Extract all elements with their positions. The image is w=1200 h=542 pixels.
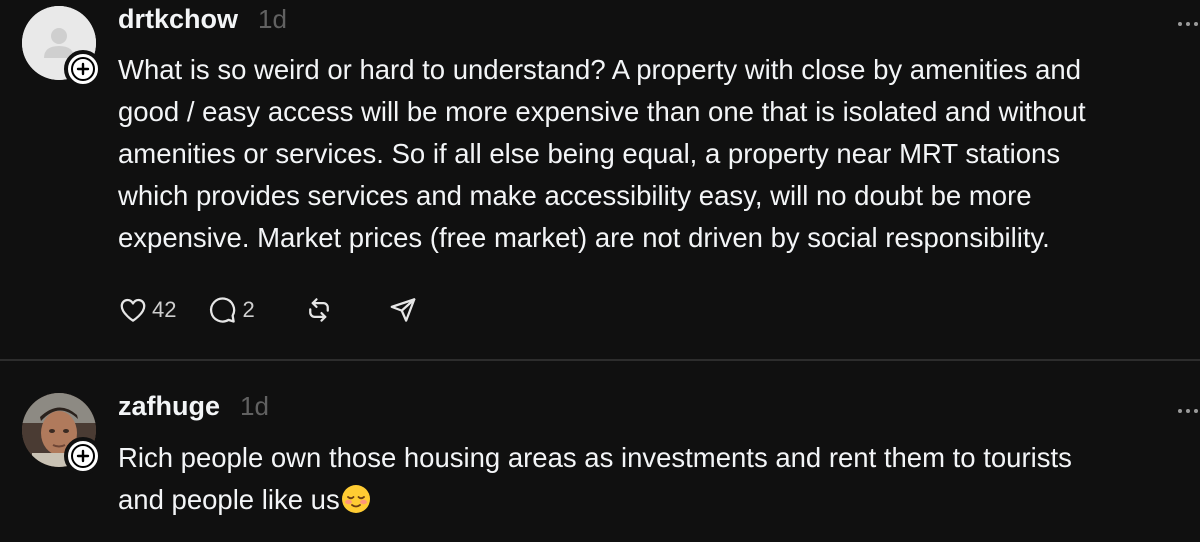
like-count: 42 — [152, 297, 177, 322]
ellipsis-icon — [1178, 22, 1198, 26]
post-text-line: amenities or services. So if all else be… — [118, 138, 1061, 169]
like-button[interactable]: 42 — [118, 295, 176, 325]
post-text-line-with-emoji: and people like us — [118, 479, 1188, 521]
post-zafhuge: zafhuge 1d Rich people own those housing… — [0, 361, 1200, 542]
more-options-button[interactable] — [1166, 16, 1200, 26]
timestamp[interactable]: 1d — [258, 4, 287, 35]
reply-button[interactable]: 2 — [206, 295, 255, 325]
username[interactable]: drtkchow — [118, 4, 238, 35]
post-text-line: and people like us — [118, 484, 340, 515]
heart-icon — [120, 298, 146, 322]
share-button[interactable] — [387, 295, 419, 325]
comment-icon — [210, 297, 236, 323]
repost-icon — [308, 298, 329, 322]
post-header: drtkchow 1d — [118, 4, 287, 35]
timestamp[interactable]: 1d — [240, 391, 269, 422]
post-drtkchow: drtkchow 1d What is so weird or hard to … — [0, 0, 1200, 360]
post-header: zafhuge 1d — [118, 391, 269, 422]
ellipsis-icon — [1178, 409, 1198, 413]
username[interactable]: zafhuge — [118, 391, 220, 422]
follow-button[interactable] — [64, 50, 102, 88]
post-text-line: good / easy access will be more expensiv… — [118, 96, 1086, 127]
relieved-face-emoji — [341, 485, 370, 513]
post-text: What is so weird or hard to understand? … — [118, 49, 1188, 259]
post-text-line: which provides services and make accessi… — [118, 180, 1032, 211]
reply-count: 2 — [242, 297, 255, 322]
post-text-line: expensive. Market prices (free market) a… — [118, 222, 1050, 253]
post-actions: 42 2 — [118, 290, 449, 330]
avatar-container[interactable] — [22, 6, 102, 88]
post-text-line: What is so weird or hard to understand? … — [118, 54, 1082, 85]
repost-button[interactable] — [303, 295, 335, 325]
plus-icon — [71, 57, 95, 81]
post-text: Rich people own those housing areas as i… — [118, 437, 1188, 521]
threads-feed: drtkchow 1d What is so weird or hard to … — [0, 0, 1200, 542]
avatar-container[interactable] — [22, 393, 102, 475]
plus-icon — [71, 444, 95, 468]
send-icon — [390, 298, 416, 322]
more-options-button[interactable] — [1166, 403, 1200, 413]
post-text-line: Rich people own those housing areas as i… — [118, 442, 1072, 473]
follow-button[interactable] — [64, 437, 102, 475]
